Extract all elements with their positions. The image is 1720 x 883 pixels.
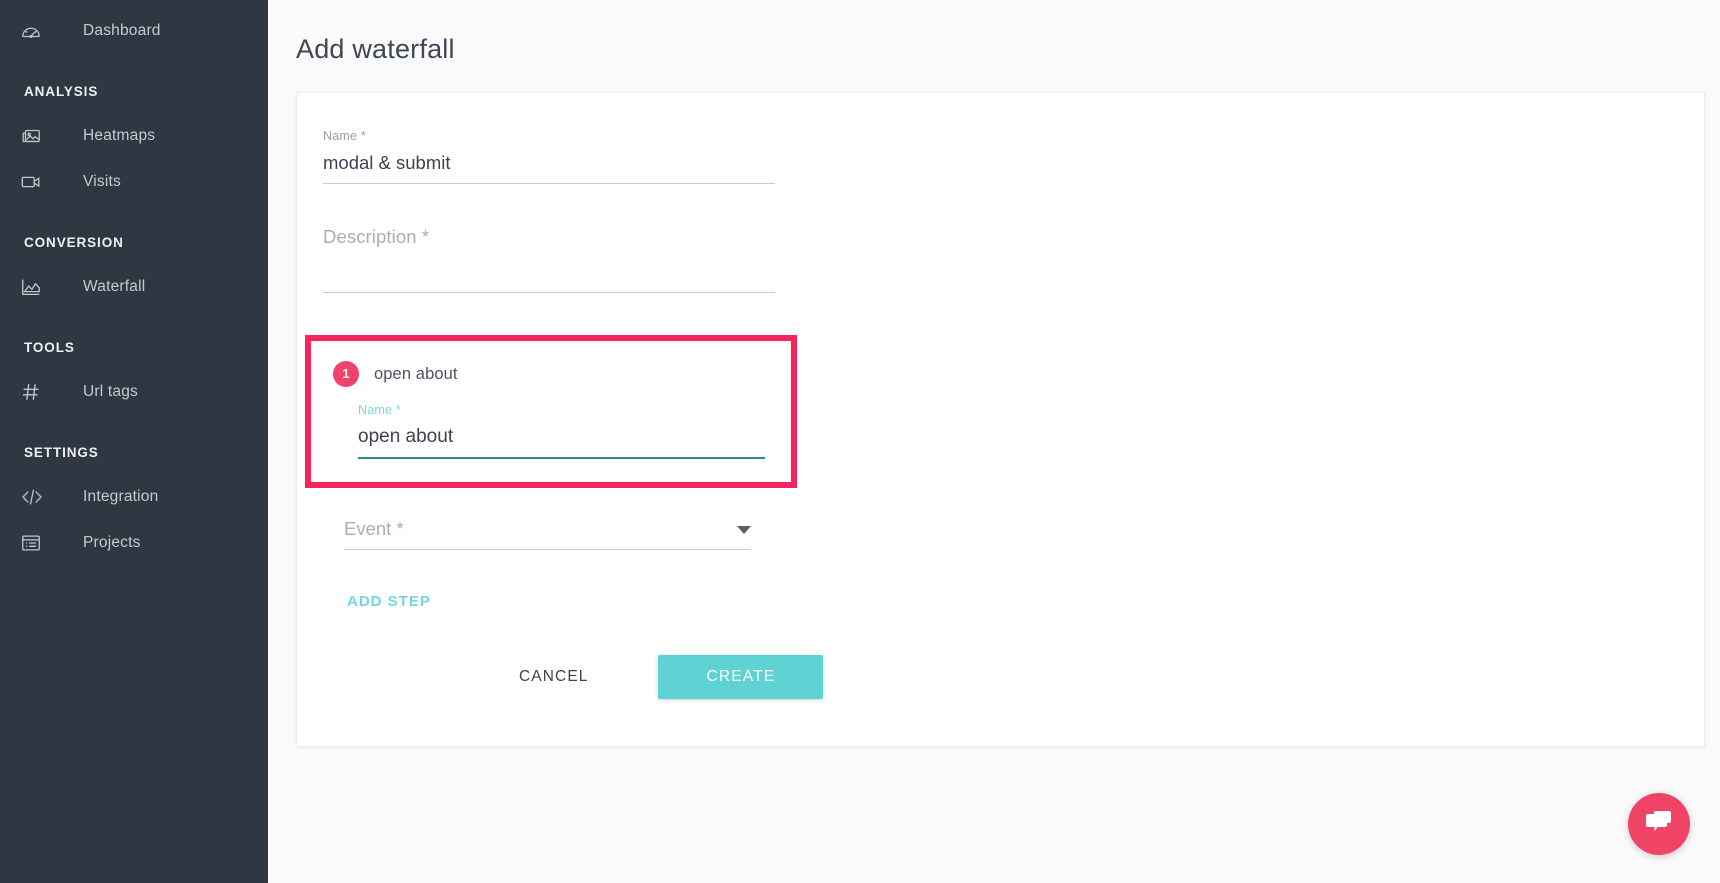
sidebar-item-waterfall[interactable]: Waterfall: [0, 264, 268, 310]
step-highlight-box: 1 open about Name * open about: [305, 335, 797, 488]
hash-icon: [20, 381, 64, 403]
field-underline: [344, 549, 751, 550]
gauge-icon: [20, 20, 64, 42]
step-number-badge: 1: [333, 361, 359, 387]
step-title: open about: [374, 364, 458, 383]
code-icon: [20, 486, 64, 508]
sidebar-item-heatmaps[interactable]: Heatmaps: [0, 113, 268, 159]
create-button[interactable]: CREATE: [658, 655, 824, 699]
sidebar-section-settings: SETTINGS: [24, 445, 99, 460]
chat-widget-button[interactable]: [1628, 793, 1690, 855]
sidebar-item-label: Integration: [83, 488, 159, 505]
app-root: Dashboard ANALYSIS Heatmaps Visits CONVE…: [0, 0, 1720, 883]
sidebar-item-url-tags[interactable]: Url tags: [0, 369, 268, 415]
image-icon: [20, 125, 64, 147]
sidebar-section-tools: TOOLS: [24, 340, 75, 355]
sidebar-section-conversion: CONVERSION: [24, 235, 124, 250]
form-actions: CANCEL CREATE: [497, 655, 824, 699]
cancel-button[interactable]: CANCEL: [497, 656, 610, 698]
waterfall-name-input[interactable]: modal & submit: [323, 152, 775, 183]
step-name-field[interactable]: Name * open about: [358, 403, 765, 459]
add-waterfall-card: Name * modal & submit Description * 1 op…: [296, 92, 1705, 747]
waterfall-description-field[interactable]: Description *: [323, 226, 775, 293]
step-header: 1 open about: [333, 361, 458, 387]
waterfall-name-label: Name *: [323, 129, 366, 143]
list-icon: [20, 532, 64, 554]
field-underline: [323, 292, 775, 293]
sidebar-item-label: Waterfall: [83, 278, 146, 295]
sidebar-item-dashboard[interactable]: Dashboard: [0, 8, 268, 54]
waterfall-description-placeholder: Description *: [323, 226, 430, 247]
sidebar-item-label: Visits: [83, 173, 121, 190]
field-underline-focused: [358, 457, 765, 459]
step-event-placeholder: Event *: [344, 518, 404, 539]
waterfall-description-input[interactable]: Description *: [323, 226, 775, 292]
sidebar-item-projects[interactable]: Projects: [0, 520, 268, 566]
step-name-input[interactable]: open about: [358, 426, 765, 457]
sidebar-item-label: Projects: [83, 534, 141, 551]
add-step-button[interactable]: ADD STEP: [339, 587, 439, 616]
video-camera-icon: [20, 171, 64, 193]
page-title: Add waterfall: [296, 34, 455, 64]
sidebar-item-visits[interactable]: Visits: [0, 159, 268, 205]
step-event-select[interactable]: Event *: [344, 518, 751, 550]
sidebar-item-label: Url tags: [83, 383, 139, 400]
chevron-down-icon[interactable]: [737, 526, 751, 534]
step-name-label: Name *: [358, 403, 401, 417]
field-underline: [323, 183, 775, 184]
chat-bubbles-icon: [1644, 808, 1674, 841]
sidebar-item-integration[interactable]: Integration: [0, 474, 268, 520]
main-content: Add waterfall Name * modal & submit Desc…: [268, 0, 1720, 883]
waterfall-name-field[interactable]: Name * modal & submit: [323, 129, 775, 184]
sidebar-item-label: Heatmaps: [83, 127, 156, 144]
sidebar-item-label: Dashboard: [83, 22, 161, 39]
area-chart-icon: [20, 276, 64, 298]
sidebar: Dashboard ANALYSIS Heatmaps Visits CONVE…: [0, 0, 268, 883]
sidebar-section-analysis: ANALYSIS: [24, 84, 99, 99]
